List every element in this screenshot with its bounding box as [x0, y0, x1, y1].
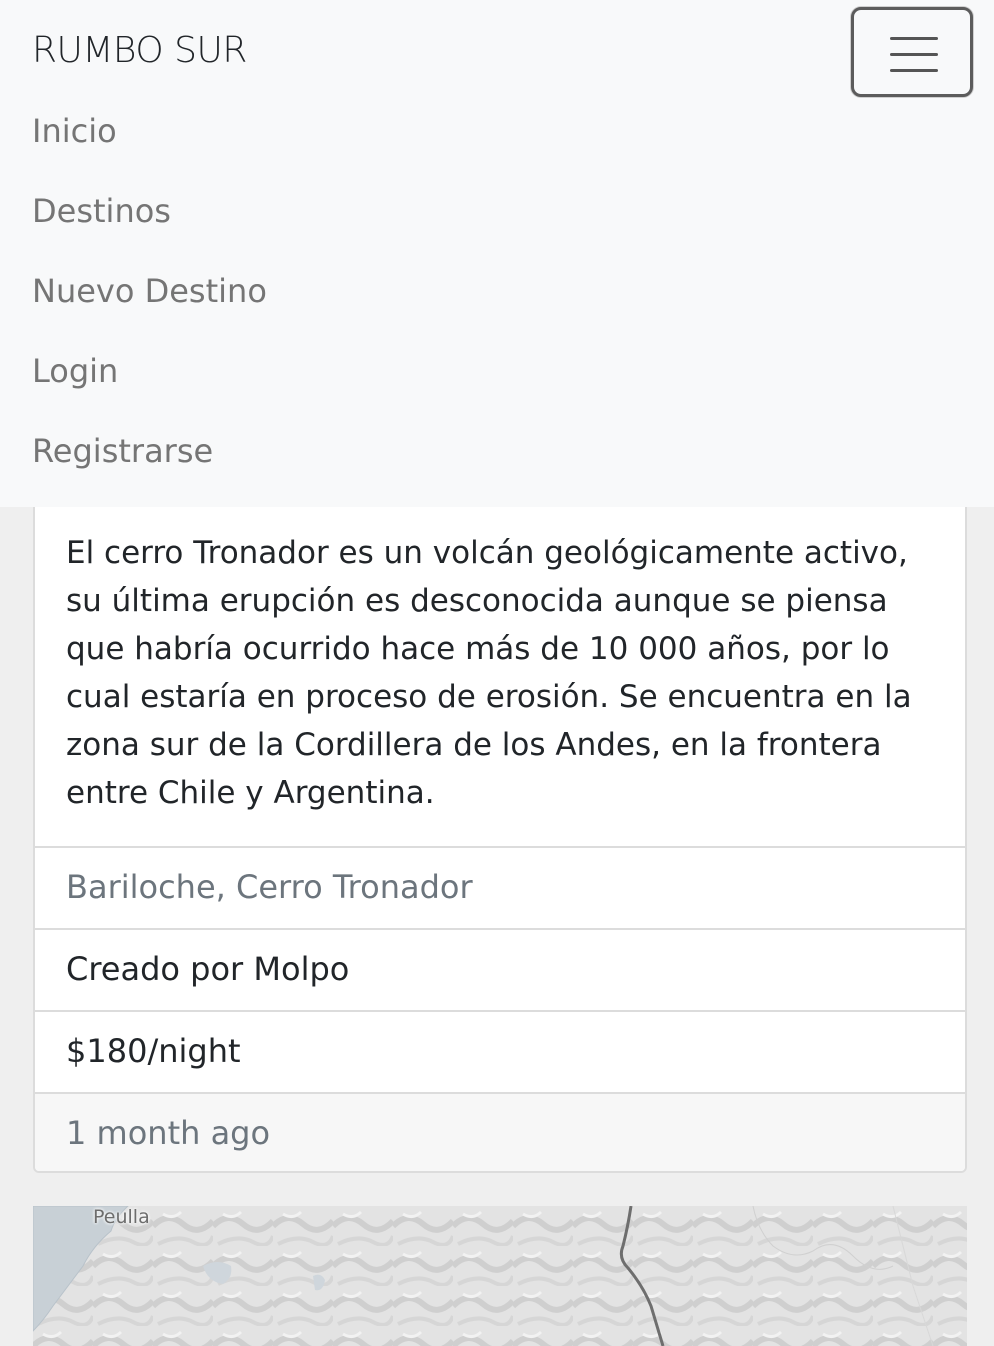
destination-author: Creado por Molpo: [35, 928, 965, 1010]
nav-link-inicio[interactable]: Inicio: [32, 108, 267, 188]
navbar-toggler-button[interactable]: [851, 7, 973, 97]
navbar: RUMBO SUR Inicio Destinos Nuevo Destino …: [0, 0, 994, 507]
destination-price: $180/night: [35, 1010, 965, 1092]
map-terrain: [33, 1206, 967, 1346]
destination-description: El cerro Tronador es un volcán geológica…: [66, 535, 912, 811]
map[interactable]: Peulla: [33, 1206, 967, 1346]
destination-location: Bariloche, Cerro Tronador: [35, 846, 965, 928]
nav-link-nuevo-destino[interactable]: Nuevo Destino: [32, 268, 267, 348]
map-place-label: Peulla: [93, 1206, 150, 1228]
brand-logo[interactable]: RUMBO SUR: [32, 30, 247, 71]
nav-link-destinos[interactable]: Destinos: [32, 188, 267, 268]
nav-link-registrarse[interactable]: Registrarse: [32, 428, 267, 508]
destination-card: El cerro Tronador es un volcán geológica…: [33, 470, 967, 1173]
nav-link-login[interactable]: Login: [32, 348, 267, 428]
card-footer-timestamp: 1 month ago: [35, 1092, 965, 1171]
card-body: El cerro Tronador es un volcán geológica…: [35, 509, 965, 847]
nav-menu: Inicio Destinos Nuevo Destino Login Regi…: [32, 108, 267, 508]
